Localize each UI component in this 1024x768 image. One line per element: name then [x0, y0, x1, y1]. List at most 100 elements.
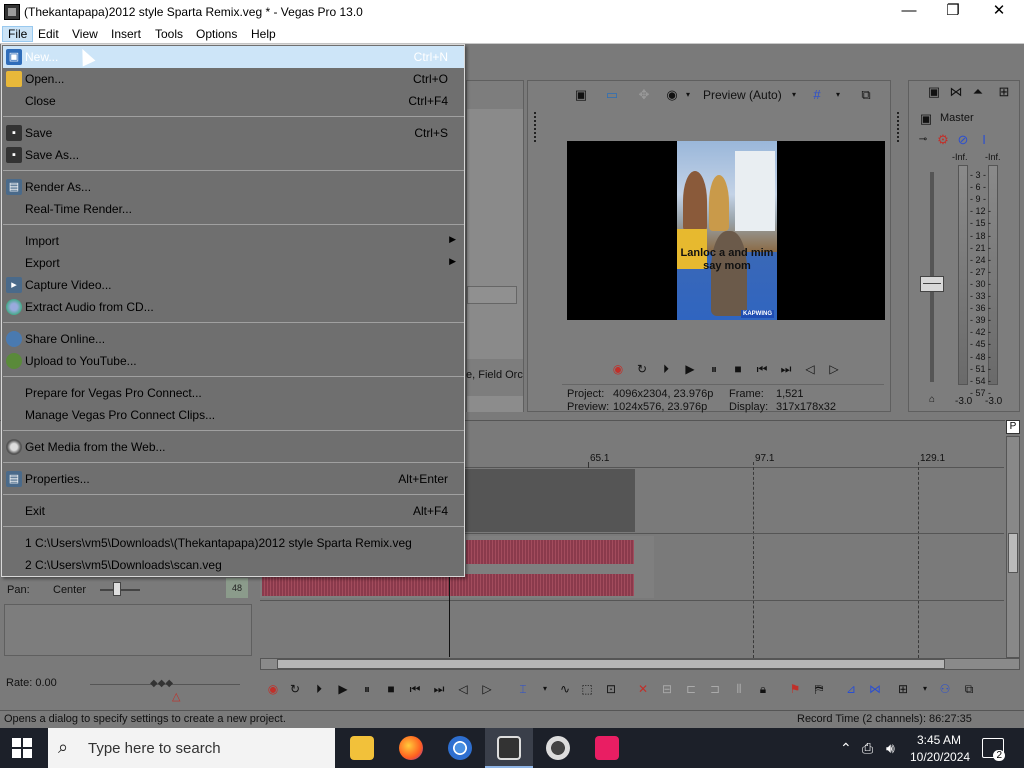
windows-start-icon[interactable]: [12, 738, 32, 758]
notifications-icon[interactable]: 2: [982, 738, 1005, 761]
menu-recent-1[interactable]: 1 C:\Users\vm5\Downloads\(Thekantapapa)2…: [3, 532, 464, 554]
master-fader-handle[interactable]: [920, 276, 944, 292]
record-icon[interactable]: ◉: [609, 360, 627, 378]
edit-tool-dropdown-icon[interactable]: ▾: [536, 680, 554, 698]
menu-export[interactable]: Export ▶: [3, 252, 464, 274]
tl-next-frame-icon[interactable]: ▷: [478, 680, 496, 698]
menu-close[interactable]: Close Ctrl+F4: [3, 90, 464, 112]
menu-open[interactable]: Open... Ctrl+O: [3, 68, 464, 90]
trim-start-icon[interactable]: ⊏: [682, 680, 700, 698]
tl-prev-frame-icon[interactable]: ◁: [454, 680, 472, 698]
tl-play-from-start-icon[interactable]: ⏵: [310, 680, 328, 698]
menu-prepare-connect[interactable]: Prepare for Vegas Pro Connect...: [3, 382, 464, 404]
stop-icon[interactable]: ■: [729, 360, 747, 378]
minimize-button[interactable]: —: [886, 0, 932, 24]
split-icon[interactable]: ⫴: [730, 680, 748, 698]
close-button[interactable]: ✕: [976, 0, 1022, 24]
tl-record-icon[interactable]: ◉: [264, 680, 282, 698]
menu-capture-video[interactable]: ▸ Capture Video...: [3, 274, 464, 296]
overlays-grid-icon[interactable]: #: [809, 87, 825, 103]
menu-insert[interactable]: Insert: [106, 26, 146, 42]
firefox-taskbar[interactable]: [387, 728, 435, 768]
preview-quality-dropdown[interactable]: Preview (Auto): [703, 88, 782, 102]
bus-routing-icon[interactable]: ⊸: [915, 132, 931, 148]
dim-output-icon[interactable]: ⏶: [970, 84, 986, 100]
volume-icon[interactable]: 🔊︎: [886, 740, 895, 757]
selection-tool-icon[interactable]: ⬚: [578, 680, 596, 698]
menu-save-as[interactable]: ▪ Save As...: [3, 144, 464, 166]
rate-slider-handle[interactable]: ◆◆◆: [150, 678, 174, 690]
taskbar-search-box[interactable]: ⌕ Type here to search: [48, 728, 335, 768]
play-icon[interactable]: ▶: [681, 360, 699, 378]
normal-edit-tool-icon[interactable]: ⌶: [514, 680, 532, 698]
tl-go-end-icon[interactable]: ⏭: [430, 680, 448, 698]
obs-taskbar[interactable]: [534, 728, 582, 768]
trim-end-icon[interactable]: ⊐: [706, 680, 724, 698]
ignore-grouping-icon[interactable]: ⧉: [960, 680, 978, 698]
menu-recent-2[interactable]: 2 C:\Users\vm5\Downloads\scan.veg: [3, 554, 464, 576]
menu-manage-connect[interactable]: Manage Vegas Pro Connect Clips...: [3, 404, 464, 426]
mixer-properties-icon[interactable]: ▣: [926, 84, 942, 100]
maximize-button[interactable]: ❐: [930, 0, 976, 24]
pause-icon[interactable]: ⏸: [705, 360, 723, 378]
delete-icon[interactable]: ✕: [634, 680, 652, 698]
loop-icon[interactable]: ↻: [633, 360, 651, 378]
trim-icon[interactable]: ⊟: [658, 680, 676, 698]
insert-region-icon[interactable]: ⛿: [810, 680, 828, 698]
preview-properties-icon[interactable]: ▣: [573, 87, 589, 103]
play-from-start-icon[interactable]: ⏵: [657, 360, 675, 378]
pan-slider-handle[interactable]: [113, 582, 121, 596]
zoom-tool-icon[interactable]: ⊡: [602, 680, 620, 698]
lock-icon[interactable]: 🔒︎: [754, 680, 772, 698]
menu-get-media[interactable]: Get Media from the Web...: [3, 436, 464, 458]
menu-properties[interactable]: ▤ Properties... Alt+Enter: [3, 468, 464, 490]
menu-extract-audio[interactable]: Extract Audio from CD...: [3, 296, 464, 318]
menu-import[interactable]: Import ▶: [3, 230, 464, 252]
clock-time[interactable]: 3:45 AM: [917, 733, 961, 747]
timeline-hscrollbar[interactable]: [260, 658, 1020, 670]
downloader-taskbar[interactable]: [583, 728, 631, 768]
master-fx-icon[interactable]: ▣: [918, 111, 934, 127]
network-icon[interactable]: ⎙: [862, 740, 873, 757]
fx-dropdown-icon[interactable]: ▾: [680, 87, 696, 103]
external-monitor-icon[interactable]: ▭: [604, 87, 620, 103]
vegas-taskbar[interactable]: [485, 728, 533, 768]
tl-loop-icon[interactable]: ↻: [286, 680, 304, 698]
menu-help[interactable]: Help: [246, 26, 281, 42]
downmix-icon[interactable]: ⋈: [948, 84, 964, 100]
snapping-icon[interactable]: ⊿: [842, 680, 860, 698]
tl-go-start-icon[interactable]: ⏮: [406, 680, 424, 698]
video-fx-icon[interactable]: ◉: [664, 87, 680, 103]
menu-realtime-render[interactable]: Real-Time Render...: [3, 198, 464, 220]
fader-lock-icon[interactable]: ⌂: [924, 392, 940, 408]
menu-view[interactable]: View: [67, 26, 103, 42]
menu-render-as[interactable]: ▤ Render As...: [3, 176, 464, 198]
tl-play-icon[interactable]: ▶: [334, 680, 352, 698]
menu-share-online[interactable]: Share Online...: [3, 328, 464, 350]
file-explorer-taskbar[interactable]: [338, 728, 386, 768]
tl-pause-icon[interactable]: ⏸: [358, 680, 376, 698]
menu-new[interactable]: ▣ New... Ctrl+N: [3, 46, 464, 68]
insert-marker-icon[interactable]: ⚑: [786, 680, 804, 698]
ripple-dropdown-icon[interactable]: ▾: [916, 680, 934, 698]
master-fx-chain-icon[interactable]: ⚙: [935, 132, 951, 148]
auto-ripple-icon[interactable]: ⊞: [894, 680, 912, 698]
menu-upload-youtube[interactable]: Upload to YouTube...: [3, 350, 464, 372]
chrome-taskbar[interactable]: [436, 728, 484, 768]
split-screen-icon[interactable]: ✥: [636, 87, 652, 103]
timeline-vscrollbar[interactable]: [1006, 436, 1020, 658]
vegas-app-icon[interactable]: [4, 4, 20, 20]
mute-icon[interactable]: ⊘: [955, 132, 971, 148]
solo-icon[interactable]: I: [976, 132, 992, 148]
envelope-tool-icon[interactable]: ∿: [556, 680, 574, 698]
prev-frame-icon[interactable]: ◁: [801, 360, 819, 378]
quality-dropdown-icon[interactable]: ▾: [786, 87, 802, 103]
menu-tools[interactable]: Tools: [150, 26, 188, 42]
tray-chevron-icon[interactable]: ⌃: [840, 740, 852, 757]
go-to-end-icon[interactable]: ⏭: [777, 360, 795, 378]
menu-options[interactable]: Options: [191, 26, 242, 42]
video-event[interactable]: [451, 469, 635, 532]
menu-file[interactable]: File: [2, 26, 34, 42]
overlays-dropdown-icon[interactable]: ▾: [830, 87, 846, 103]
next-frame-icon[interactable]: ▷: [825, 360, 843, 378]
